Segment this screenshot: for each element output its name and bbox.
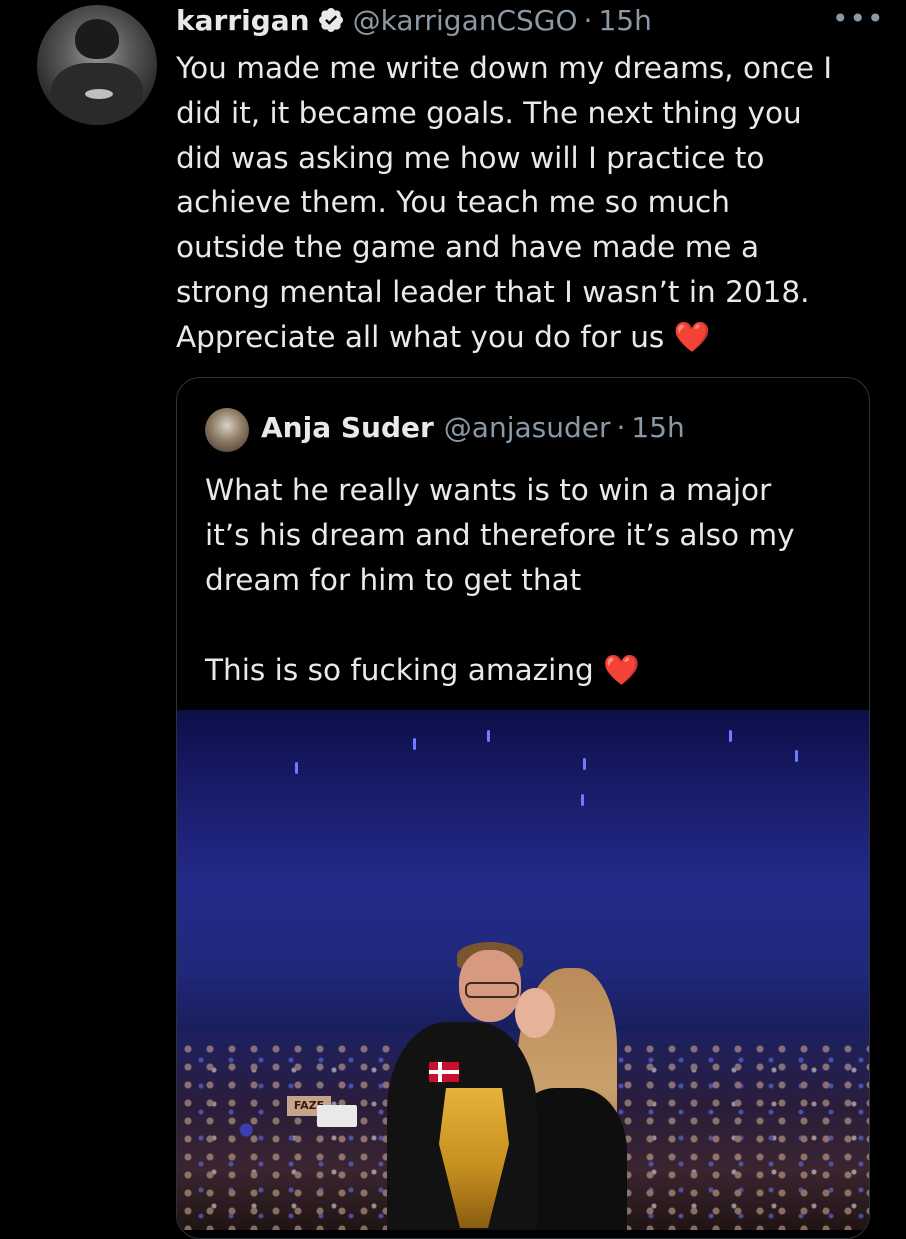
heart-emoji-icon: ❤️ [673, 319, 711, 354]
quoted-heart-emoji-icon: ❤️ [603, 653, 640, 687]
more-options-icon[interactable]: ••• [832, 2, 885, 35]
arena-light [581, 794, 584, 806]
player-glasses [465, 982, 519, 998]
quoted-author-avatar[interactable] [205, 408, 249, 452]
quoted-tweet-photo[interactable]: FAZE [177, 710, 869, 1230]
quoted-header-separator: · [616, 411, 626, 444]
author-avatar[interactable] [37, 5, 157, 125]
author-handle[interactable]: @karriganCSGO [353, 4, 578, 37]
crowd-sign-blank [317, 1105, 357, 1127]
quoted-tweet-timestamp[interactable]: 15h [631, 411, 684, 444]
avatar-bat-logo [85, 89, 113, 99]
quoted-tweet-body: What he really wants is to win a major i… [205, 473, 795, 687]
avatar-batman-mask [75, 19, 119, 59]
arena-light [583, 758, 586, 770]
tweet-text: You made me write down my dreams, once I… [176, 46, 876, 360]
quoted-author-handle[interactable]: @anjasuder [444, 411, 611, 444]
arena-light [413, 738, 416, 750]
arena-light [795, 750, 798, 762]
tweet-header: karrigan @karriganCSGO · 15h [176, 2, 652, 38]
quoted-tweet-header: Anja Suder @anjasuder · 15h [261, 411, 685, 444]
quoted-tweet-card[interactable]: Anja Suder @anjasuder · 15h What he real… [176, 377, 870, 1239]
denmark-flag-patch [429, 1062, 459, 1082]
arena-light [295, 762, 298, 774]
tweet-timestamp[interactable]: 15h [598, 4, 651, 37]
tweet-body: You made me write down my dreams, once I… [176, 51, 833, 354]
quoted-author-name[interactable]: Anja Suder [261, 411, 434, 444]
arena-light [487, 730, 490, 742]
woman-face [515, 988, 555, 1038]
author-name[interactable]: karrigan [176, 4, 310, 37]
header-separator: · [583, 3, 593, 37]
quoted-tweet-text: What he really wants is to win a major i… [205, 468, 845, 693]
verified-badge-icon [318, 8, 343, 32]
arena-light [729, 730, 732, 742]
